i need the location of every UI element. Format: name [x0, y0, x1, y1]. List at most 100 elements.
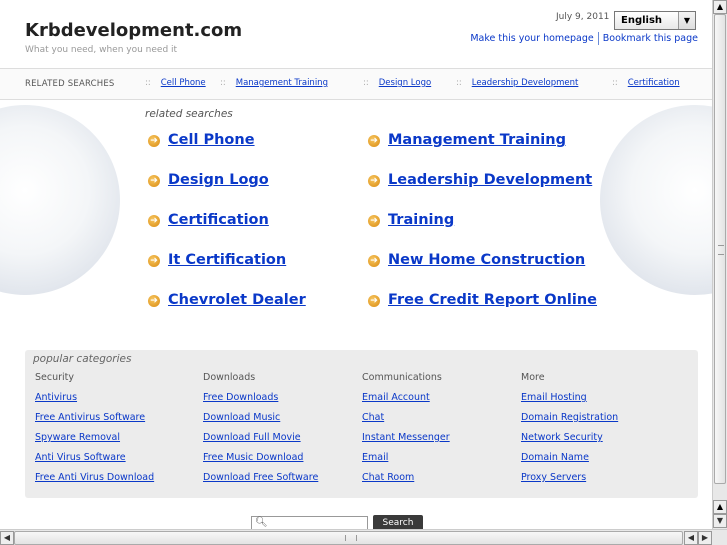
- arrow-right-circle-icon: ➔: [148, 255, 160, 267]
- search-input[interactable]: 🔍︎: [251, 516, 368, 529]
- popular-categories-title: popular categories: [33, 353, 132, 365]
- search-icon: 🔍︎: [255, 517, 268, 528]
- page-viewport: Krbdevelopment.com What you need, when y…: [0, 0, 712, 529]
- site-tagline: What you need, when you need it: [25, 45, 178, 55]
- related-bar-link[interactable]: Leadership Development: [472, 78, 579, 88]
- related-search-item: ➔ Certification: [148, 212, 269, 228]
- related-search-item: ➔ Chevrolet Dealer: [148, 292, 306, 308]
- category-heading: Security: [35, 372, 75, 383]
- category-heading: Communications: [362, 372, 442, 383]
- make-homepage-link[interactable]: Make this your homepage: [470, 33, 593, 44]
- vertical-scrollbar[interactable]: ▲ ▲ ▼: [712, 0, 727, 529]
- category-link[interactable]: Domain Name: [521, 452, 618, 472]
- scroll-right-icon[interactable]: ▶: [698, 531, 712, 545]
- category-link[interactable]: Download Full Movie: [203, 432, 318, 452]
- category-link[interactable]: Email Hosting: [521, 392, 618, 412]
- category-link[interactable]: Download Free Software: [203, 472, 318, 492]
- related-search-link[interactable]: Free Credit Report Online: [388, 292, 597, 308]
- related-search-item: ➔ New Home Construction: [368, 252, 585, 268]
- divider: [597, 32, 599, 45]
- related-bar-item: :: Management Training: [220, 78, 328, 88]
- related-search-link[interactable]: Leadership Development: [388, 172, 592, 188]
- category-column: Security Antivirus Free Antivirus Softwa…: [35, 372, 154, 492]
- search-button[interactable]: Search: [373, 515, 423, 529]
- related-search-item: ➔ Cell Phone: [148, 132, 255, 148]
- popular-categories-panel: popular categories Security Antivirus Fr…: [25, 350, 698, 498]
- category-link[interactable]: Email: [362, 452, 450, 472]
- related-search-item: ➔ Leadership Development: [368, 172, 592, 188]
- related-search-item: ➔ It Certification: [148, 252, 286, 268]
- related-bar-item: :: Certification: [612, 78, 680, 88]
- related-bar-item: :: Leadership Development: [456, 78, 579, 88]
- category-link[interactable]: Free Anti Virus Download: [35, 472, 154, 492]
- category-link[interactable]: Chat: [362, 412, 450, 432]
- related-search-link[interactable]: Chevrolet Dealer: [168, 292, 306, 308]
- site-title: Krbdevelopment.com: [25, 20, 243, 41]
- language-value: English: [621, 15, 663, 26]
- scroll-left-icon[interactable]: ◀: [0, 531, 14, 545]
- arrow-right-circle-icon: ➔: [368, 295, 380, 307]
- category-link[interactable]: Spyware Removal: [35, 432, 154, 452]
- grip-icon: [345, 535, 357, 541]
- bookmark-link[interactable]: Bookmark this page: [603, 33, 698, 44]
- related-search-item: ➔ Training: [368, 212, 454, 228]
- related-search-link[interactable]: Management Training: [388, 132, 566, 148]
- category-link[interactable]: Email Account: [362, 392, 450, 412]
- category-heading: More: [521, 372, 545, 383]
- vertical-scroll-thumb[interactable]: [714, 14, 726, 484]
- arrow-right-circle-icon: ➔: [148, 215, 160, 227]
- arrow-right-circle-icon: ➔: [368, 135, 380, 147]
- related-bar-link[interactable]: Design Logo: [379, 78, 431, 88]
- category-link[interactable]: Instant Messenger: [362, 432, 450, 452]
- category-column: Downloads Free Downloads Download Music …: [203, 372, 318, 492]
- decorative-orb-left: [0, 105, 120, 295]
- horizontal-scrollbar[interactable]: ◀ ◀ ▶: [0, 529, 727, 545]
- category-link[interactable]: Network Security: [521, 432, 618, 452]
- related-bar-link[interactable]: Cell Phone: [161, 78, 206, 88]
- category-column: More Email Hosting Domain Registration N…: [521, 372, 618, 492]
- related-search-item: ➔ Management Training: [368, 132, 566, 148]
- category-link[interactable]: Free Music Download: [203, 452, 318, 472]
- related-bar-label: RELATED SEARCHES: [25, 79, 115, 89]
- category-link[interactable]: Download Music: [203, 412, 318, 432]
- horizontal-scroll-thumb[interactable]: [14, 531, 683, 545]
- scroll-left-icon[interactable]: ◀: [684, 531, 698, 545]
- related-searches-bar: RELATED SEARCHES :: Cell Phone :: Manageme…: [0, 68, 712, 100]
- category-link[interactable]: Domain Registration: [521, 412, 618, 432]
- arrow-right-circle-icon: ➔: [368, 215, 380, 227]
- category-link[interactable]: Antivirus: [35, 392, 154, 412]
- related-bar-item: :: Design Logo: [363, 78, 432, 88]
- arrow-right-circle-icon: ➔: [148, 135, 160, 147]
- scroll-up-icon[interactable]: ▲: [713, 500, 727, 514]
- category-link[interactable]: Proxy Servers: [521, 472, 618, 492]
- arrow-right-circle-icon: ➔: [148, 295, 160, 307]
- related-search-link[interactable]: Cell Phone: [168, 132, 255, 148]
- scroll-down-icon[interactable]: ▼: [713, 514, 727, 528]
- grip-icon: [718, 245, 724, 255]
- related-search-link[interactable]: New Home Construction: [388, 252, 585, 268]
- category-column: Communications Email Account Chat Instan…: [362, 372, 450, 492]
- related-search-item: ➔ Design Logo: [148, 172, 269, 188]
- related-search-link[interactable]: It Certification: [168, 252, 286, 268]
- date-label: July 9, 2011: [556, 12, 610, 22]
- arrow-right-circle-icon: ➔: [148, 175, 160, 187]
- related-search-link[interactable]: Design Logo: [168, 172, 269, 188]
- related-bar-link[interactable]: Certification: [628, 78, 680, 88]
- category-link[interactable]: Anti Virus Software: [35, 452, 154, 472]
- category-link[interactable]: Free Antivirus Software: [35, 412, 154, 432]
- related-bar-item: :: Cell Phone: [145, 78, 206, 88]
- category-link[interactable]: Chat Room: [362, 472, 450, 492]
- related-search-item: ➔ Free Credit Report Online: [368, 292, 597, 308]
- related-search-link[interactable]: Training: [388, 212, 454, 228]
- chevron-down-icon[interactable]: ▼: [678, 12, 695, 29]
- category-heading: Downloads: [203, 372, 256, 383]
- related-bar-link[interactable]: Management Training: [236, 78, 328, 88]
- top-links: Make this your homepage Bookmark this pag…: [470, 32, 698, 45]
- scroll-up-icon[interactable]: ▲: [713, 0, 727, 14]
- language-select[interactable]: English ▼: [614, 11, 696, 30]
- arrow-right-circle-icon: ➔: [368, 255, 380, 267]
- arrow-right-circle-icon: ➔: [368, 175, 380, 187]
- decorative-orb-right: [600, 105, 712, 295]
- related-search-link[interactable]: Certification: [168, 212, 269, 228]
- category-link[interactable]: Free Downloads: [203, 392, 318, 412]
